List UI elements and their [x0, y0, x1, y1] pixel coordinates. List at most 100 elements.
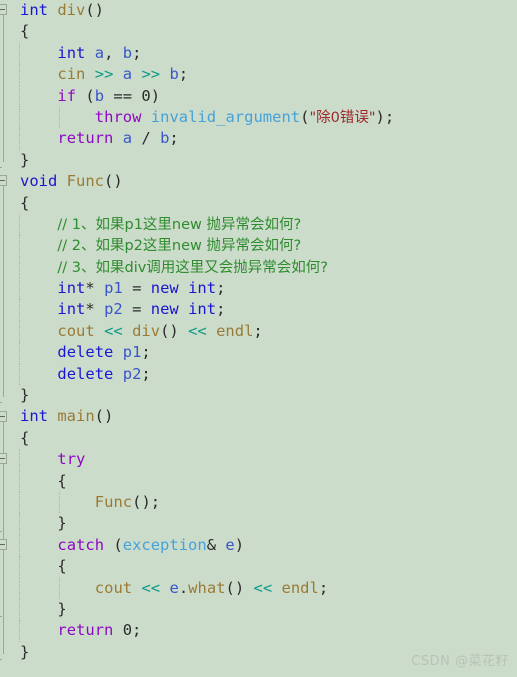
- code-line[interactable]: // 3、如果div调用这里又会抛异常会如何?: [14, 256, 517, 279]
- token-pun: ;: [178, 65, 189, 84]
- code-line[interactable]: return 0;: [14, 620, 517, 642]
- code-line[interactable]: try: [14, 449, 517, 471]
- code-line-content: delete p2;: [14, 364, 150, 383]
- code-line[interactable]: int a, b;: [14, 42, 517, 65]
- token-pun: [207, 322, 216, 340]
- code-line[interactable]: {: [14, 21, 517, 42]
- code-line[interactable]: }: [14, 385, 517, 406]
- code-line[interactable]: cout << e.what() << endl;: [14, 577, 517, 599]
- token-pun: (): [160, 321, 189, 340]
- code-line[interactable]: {: [14, 428, 517, 449]
- fold-collapse-box[interactable]: [0, 175, 7, 187]
- token-var: a: [94, 43, 105, 62]
- token-fn: endl: [281, 578, 319, 597]
- code-line[interactable]: {: [14, 556, 517, 578]
- fold-collapse-box[interactable]: [0, 539, 7, 550]
- code-line[interactable]: int* p1 = new int;: [14, 278, 517, 300]
- token-typ: exception: [122, 535, 207, 554]
- token-fn: cin: [57, 65, 86, 84]
- code-line[interactable]: if (b == 0): [14, 85, 517, 107]
- token-pun: ;: [141, 343, 151, 362]
- code-line[interactable]: cin >> a >> b;: [14, 64, 517, 86]
- code-line[interactable]: delete p2;: [14, 363, 517, 386]
- code-line[interactable]: // 1、如果p1这里new 抛异常会如何?: [14, 213, 517, 236]
- code-line[interactable]: }: [14, 598, 517, 621]
- indent-guide: [19, 363, 20, 386]
- code-line[interactable]: Func();: [14, 491, 517, 514]
- code-line[interactable]: int main(): [14, 406, 517, 427]
- token-pun: [85, 65, 94, 83]
- code-line[interactable]: void Func(): [14, 171, 517, 192]
- code-line-content: // 3、如果div调用这里又会抛异常会如何?: [14, 258, 328, 276]
- code-line-content: // 2、如果p2这里new 抛异常会如何?: [14, 236, 301, 254]
- token-pun: =: [122, 279, 151, 298]
- code-line[interactable]: int* p2 = new int;: [14, 299, 517, 321]
- indent-guide: [19, 64, 20, 86]
- token-pun: [272, 579, 281, 597]
- token-cmt: // 1、如果p1这里new 抛异常会如何?: [57, 216, 302, 233]
- code-line-content: throw invalid_argument("除0错误");: [14, 108, 394, 126]
- indent-guide: [19, 320, 20, 343]
- token-cmt: // 2、如果p2这里new 抛异常会如何?: [57, 238, 302, 255]
- indent-guide: [19, 620, 20, 642]
- token-kwb: int: [188, 300, 217, 319]
- code-line-content: {: [14, 22, 29, 40]
- code-line-content: }: [14, 514, 67, 533]
- token-pun: {: [57, 557, 67, 576]
- token-pun: {: [20, 428, 30, 447]
- indent-guide: [19, 278, 20, 300]
- token-var: b: [169, 65, 179, 84]
- code-line[interactable]: delete p1;: [14, 342, 517, 364]
- indent-guide: [59, 491, 60, 514]
- token-var: p2: [122, 364, 142, 383]
- fold-collapse-box[interactable]: [0, 453, 7, 465]
- token-kw: throw: [94, 107, 142, 126]
- token-pun: (: [76, 86, 95, 105]
- code-line[interactable]: throw invalid_argument("除0错误");: [14, 106, 517, 129]
- code-line[interactable]: // 2、如果p2这里new 抛异常会如何?: [14, 235, 517, 257]
- code-line[interactable]: int div(): [14, 0, 517, 21]
- token-var: e: [225, 535, 235, 554]
- indent-guide: [19, 299, 20, 321]
- token-fn: cout: [94, 578, 133, 597]
- code-line[interactable]: {: [14, 470, 517, 492]
- token-kwb: int: [20, 407, 48, 426]
- token-pun: {: [20, 22, 30, 41]
- token-pun: }: [57, 514, 67, 533]
- code-text-area[interactable]: int div(){int a, b; cin >> a >> b; if (b =…: [14, 0, 517, 677]
- token-fn: div: [132, 321, 161, 340]
- code-line[interactable]: return a / b;: [14, 128, 517, 150]
- token-pun: [113, 65, 122, 83]
- token-pun: {: [20, 193, 30, 212]
- fold-margin[interactable]: [0, 0, 14, 677]
- token-op: <<: [253, 578, 273, 597]
- token-var: a: [122, 129, 133, 148]
- indent-guide: [19, 85, 20, 107]
- fold-end-tick: [0, 530, 2, 532]
- token-var: e: [169, 578, 179, 597]
- token-kwb: int: [188, 279, 217, 298]
- csdn-watermark: CSDN @菜花籽: [411, 654, 509, 669]
- token-kw: catch: [57, 535, 105, 554]
- fold-rail: [3, 412, 4, 654]
- token-pun: ;: [132, 43, 142, 62]
- token-kwb: void: [20, 172, 58, 191]
- code-line[interactable]: cout << div() << endl;: [14, 320, 517, 343]
- code-line-content: {: [14, 557, 67, 576]
- token-str: "除0错误": [309, 109, 376, 126]
- token-pun: }: [20, 386, 30, 405]
- code-line[interactable]: }: [14, 513, 517, 535]
- fold-collapse-box[interactable]: [0, 4, 7, 15]
- fold-collapse-box[interactable]: [0, 410, 7, 422]
- token-pun: [48, 407, 57, 425]
- code-line[interactable]: }: [14, 150, 517, 171]
- code-line-content: {: [14, 429, 29, 447]
- code-editor-pane[interactable]: int div(){int a, b; cin >> a >> b; if (b =…: [0, 0, 517, 677]
- code-line-content: {: [14, 472, 66, 490]
- token-kw: try: [57, 450, 86, 469]
- token-pun: }: [57, 599, 67, 618]
- token-kwb: int: [57, 300, 86, 319]
- code-line[interactable]: catch (exception& e): [14, 534, 517, 557]
- code-line[interactable]: {: [14, 193, 517, 214]
- token-pun: [179, 300, 188, 318]
